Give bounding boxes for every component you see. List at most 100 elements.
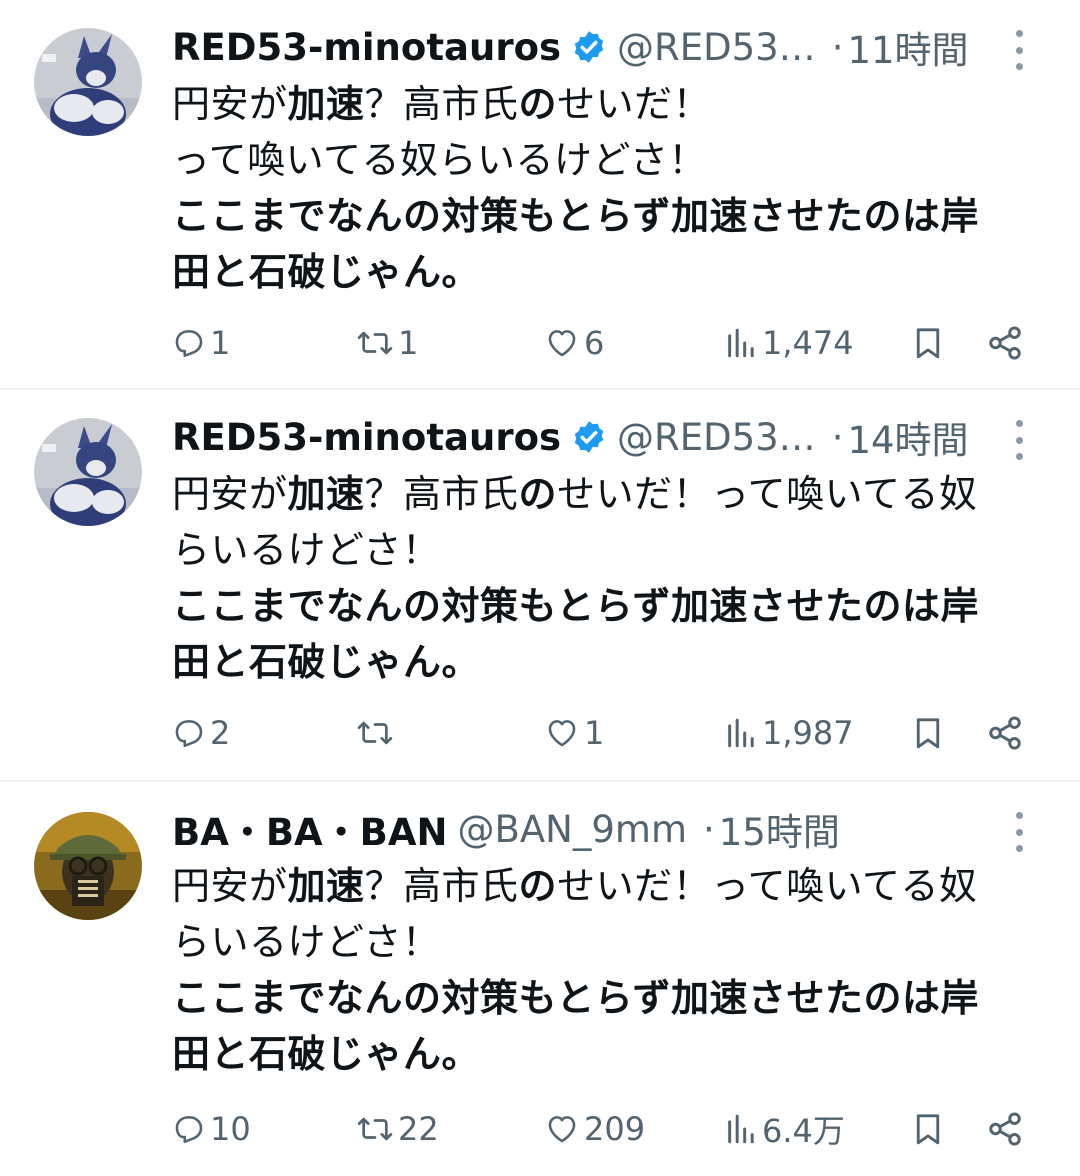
tweet-text-line: らいるけどさ！ — [172, 522, 1037, 578]
tweet-text-line: 円安が加速？高市氏のせいだ！って喚いてる奴 — [172, 466, 1037, 522]
timestamp[interactable]: 15時間 — [719, 802, 840, 856]
tweet-text-run: ？高市氏 — [364, 472, 519, 516]
tweet-text-run: ここまでなんの対策もとらず加速させたのは岸 — [172, 976, 979, 1020]
avatar[interactable] — [34, 418, 142, 526]
tweet-text-run: ここまでなんの対策もとらず加速させたのは岸 — [172, 194, 979, 238]
tweet-text-run: 円安が — [172, 864, 288, 908]
verified-badge-icon — [574, 31, 604, 63]
reply-count: 10 — [210, 1110, 251, 1148]
tweet-text-line: ここまでなんの対策もとらず加速させたのは岸 — [172, 578, 1037, 634]
reply-button[interactable]: 2 — [172, 708, 230, 758]
dot-separator: · — [831, 25, 844, 69]
tweet-text-line: って喚いてる奴らいるけどさ！ — [172, 132, 1037, 188]
repost-button[interactable]: 22 — [356, 1104, 439, 1154]
heart-icon — [548, 720, 576, 747]
views-button[interactable]: 6.4万 — [724, 1104, 845, 1154]
dot-separator: · — [702, 807, 715, 851]
tweet-header: RED53-minotauros @RED53… · 11時間 — [172, 20, 1050, 74]
like-button[interactable]: 1 — [544, 708, 604, 758]
bookmark-icon — [916, 328, 940, 359]
tweet-text-line: 円安が加速？高市氏のせいだ！ — [172, 76, 1037, 132]
tweet-text-run: 加速 — [287, 864, 365, 908]
reply-button[interactable]: 1 — [172, 318, 230, 368]
handle[interactable]: @RED53… — [617, 26, 816, 69]
tweet-text-line: らいるけどさ！ — [172, 914, 1037, 970]
like-count: 1 — [584, 714, 605, 752]
like-button[interactable]: 209 — [544, 1104, 645, 1154]
tweet-text-run: せいだ！って喚いてる奴 — [557, 472, 978, 516]
display-name[interactable]: RED53-minotauros — [172, 26, 561, 69]
repost-button[interactable] — [356, 708, 398, 758]
timeline-feed: RED53-minotauros @RED53… · 11時間 円安が加速？高市… — [0, 0, 1080, 1176]
view-count: 6.4万 — [762, 1112, 845, 1150]
tweet-text-run: らいるけどさ！ — [172, 920, 441, 964]
repost-icon — [357, 721, 393, 745]
share-button[interactable] — [986, 318, 1024, 368]
tweet-text-line: ここまでなんの対策もとらず加速させたのは岸 — [172, 188, 1037, 244]
share-icon — [989, 716, 1021, 750]
share-icon — [989, 1112, 1021, 1146]
timestamp[interactable]: 14時間 — [847, 410, 968, 464]
avatar[interactable] — [34, 28, 142, 136]
repost-count: 22 — [398, 1110, 439, 1148]
views-button[interactable]: 1,474 — [724, 318, 854, 368]
share-button[interactable] — [986, 1104, 1024, 1154]
tweet-text-run: 円安が — [172, 82, 288, 126]
action-bar: 1 1 6 1,474 — [172, 318, 1030, 368]
cap-avatar-image — [34, 812, 142, 920]
handle[interactable]: @RED53… — [617, 416, 816, 459]
handle[interactable]: @BAN_9mm — [457, 808, 687, 851]
tweet-text-run: 加速 — [287, 82, 365, 126]
reply-icon — [175, 1116, 203, 1144]
like-button[interactable]: 6 — [544, 318, 604, 368]
more-icon[interactable] — [1010, 30, 1028, 70]
like-count: 209 — [584, 1110, 646, 1148]
tweet-text-run: 加速 — [287, 472, 365, 516]
tweet[interactable]: BA・BA・BAN @BAN_9mm · 15時間 円安が加速？高市氏のせいだ！… — [0, 782, 1080, 1176]
action-bar: 10 22 209 6.4万 — [172, 1104, 1030, 1154]
tweet-text: 円安が加速？高市氏のせいだ！って喚いてる奴らいるけどさ！ ここまでなんの対策もとら… — [172, 76, 1037, 300]
tweet-text-run: せいだ！ — [557, 82, 712, 126]
tweet-content: RED53-minotauros @RED53… · 14時間 円安が加速？高市… — [172, 412, 1050, 690]
repost-button[interactable]: 1 — [356, 318, 418, 368]
display-name[interactable]: BA・BA・BAN — [172, 802, 447, 856]
share-icon — [989, 326, 1021, 360]
views-icon — [728, 328, 754, 358]
tweet-text-run: ？高市氏 — [364, 864, 519, 908]
tweet-header: BA・BA・BAN @BAN_9mm · 15時間 — [172, 802, 1050, 856]
views-button[interactable]: 1,987 — [724, 708, 854, 758]
reply-icon — [175, 330, 203, 358]
verified-badge-icon — [574, 421, 604, 453]
tweet-text-run: の — [518, 864, 558, 908]
more-icon[interactable] — [1010, 812, 1028, 852]
tweet-text-run: 田と石破じゃん。 — [172, 640, 481, 684]
tweet-text-run: せいだ！って喚いてる奴 — [557, 864, 978, 908]
reply-count: 2 — [210, 714, 231, 752]
reply-button[interactable]: 10 — [172, 1104, 251, 1154]
reply-icon — [175, 720, 203, 748]
display-name[interactable]: RED53-minotauros — [172, 416, 561, 459]
wolf-avatar-image — [34, 28, 142, 136]
tweet-text: 円安が加速？高市氏のせいだ！って喚いてる奴らいるけどさ！ ここまでなんの対策もとら… — [172, 858, 1037, 1082]
tweet-text-run: 田と石破じゃん。 — [172, 250, 481, 294]
share-button[interactable] — [986, 708, 1024, 758]
view-count: 1,474 — [762, 324, 854, 362]
tweet-text-run: の — [518, 82, 558, 126]
bookmark-button[interactable] — [910, 1104, 946, 1154]
tweet-text-line: 円安が加速？高市氏のせいだ！って喚いてる奴 — [172, 858, 1037, 914]
bookmark-button[interactable] — [910, 708, 946, 758]
avatar[interactable] — [34, 812, 142, 920]
bookmark-button[interactable] — [910, 318, 946, 368]
more-icon[interactable] — [1010, 420, 1028, 460]
tweet[interactable]: RED53-minotauros @RED53… · 14時間 円安が加速？高市… — [0, 390, 1080, 782]
tweet-header: RED53-minotauros @RED53… · 14時間 — [172, 410, 1050, 464]
heart-icon — [548, 1116, 576, 1143]
tweet[interactable]: RED53-minotauros @RED53… · 11時間 円安が加速？高市… — [0, 0, 1080, 390]
heart-icon — [548, 330, 576, 357]
timestamp[interactable]: 11時間 — [847, 20, 968, 74]
views-icon — [728, 1114, 754, 1144]
action-bar: 2 1 1,987 — [172, 708, 1030, 758]
tweet-text-line: ここまでなんの対策もとらず加速させたのは岸 — [172, 970, 1037, 1026]
bookmark-icon — [916, 718, 940, 749]
tweet-text: 円安が加速？高市氏のせいだ！って喚いてる奴らいるけどさ！ここまでなんの対策もとら… — [172, 466, 1037, 690]
